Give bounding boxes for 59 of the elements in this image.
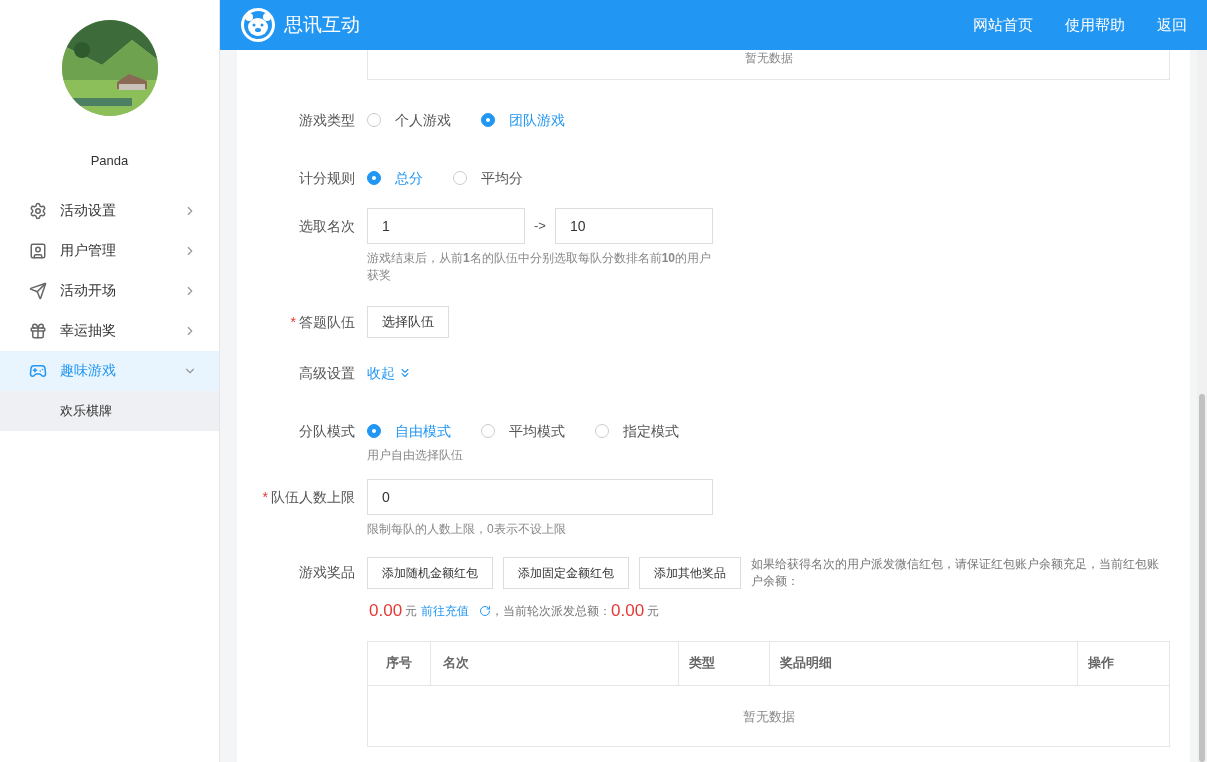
hint-text: 限制每队的人数上限，0表示不设上限 [367, 521, 567, 538]
menu-item[interactable]: 活动设置 [0, 190, 219, 231]
radio-option[interactable]: 平均模式 [481, 420, 565, 442]
prize-note: 如果给获得名次的用户派发微信红包，请保证红包账户余额充足，当前红包账户余额： [751, 556, 1160, 590]
radio-option[interactable]: 个人游戏 [367, 109, 451, 131]
field-label: 答题队伍 [299, 312, 355, 332]
radio-button[interactable] [481, 424, 495, 438]
radio-option[interactable]: 指定模式 [595, 420, 679, 442]
user-icon [29, 241, 47, 260]
refresh-icon[interactable] [479, 604, 492, 617]
radio-button[interactable] [367, 171, 381, 185]
input-field[interactable]: 0 [367, 479, 713, 515]
column-header: 名次 [443, 654, 469, 673]
empty-text: 暂无数据 [744, 51, 793, 67]
field-label: 游戏类型 [299, 110, 355, 130]
radio-button[interactable] [481, 113, 495, 127]
currency-unit: 元 [405, 602, 418, 620]
balance-amount: 0.00 [369, 600, 403, 622]
gears-icon [29, 201, 47, 220]
select-team-button[interactable]: 选择队伍 [367, 306, 449, 338]
input-field[interactable]: 1 [367, 208, 525, 244]
field-label: 分队模式 [299, 421, 355, 441]
paper-plane-icon [29, 281, 47, 300]
radio-button[interactable] [595, 424, 609, 438]
menu-item[interactable]: 幸运抽奖 [0, 310, 219, 351]
add-prize-button[interactable]: 添加固定金额红包 [503, 557, 629, 589]
field-label: 计分规则 [299, 168, 355, 188]
double-chevron-icon [398, 366, 412, 380]
radio-option[interactable]: 平均分 [453, 167, 523, 189]
radio-button[interactable] [367, 113, 381, 127]
field-label: 队伍人数上限 [271, 487, 355, 507]
input-field[interactable]: 10 [555, 208, 713, 244]
menu-item[interactable]: 用户管理 [0, 230, 219, 271]
required-mark: * [290, 312, 296, 332]
total-amount: 0.00 [611, 600, 645, 622]
submenu-item[interactable]: 欢乐棋牌 [0, 390, 219, 431]
column-header: 奖品明细 [780, 654, 832, 673]
hint-text: 游戏结束后，从前1名的队伍中分别选取每队分数排名前10的用户获奖 [367, 250, 712, 284]
column-header: 类型 [689, 654, 715, 673]
currency-unit: 元 [647, 602, 660, 620]
menu-item[interactable]: 活动开场 [0, 270, 219, 311]
hint-text: 用户自由选择队伍 [367, 447, 464, 464]
field-label: 高级设置 [299, 363, 355, 383]
add-prize-button[interactable]: 添加其他奖品 [639, 557, 741, 589]
add-prize-button[interactable]: 添加随机金额红包 [367, 557, 493, 589]
brand-name: 思讯互动 [284, 12, 360, 37]
total-label: ，当前轮次派发总额： [491, 602, 612, 620]
field-label: 游戏奖品 [299, 563, 355, 582]
radio-button[interactable] [453, 171, 467, 185]
gift-icon [29, 321, 47, 340]
required-mark: * [262, 487, 268, 507]
radio-button[interactable] [367, 424, 381, 438]
bear-logo-icon [240, 7, 276, 43]
range-arrow: -> [533, 217, 547, 236]
user-name: Panda [90, 152, 129, 170]
field-label: 选取名次 [299, 216, 355, 236]
column-header: 序号 [386, 654, 412, 673]
empty-text: 暂无数据 [742, 707, 795, 726]
column-header: 操作 [1088, 654, 1114, 673]
